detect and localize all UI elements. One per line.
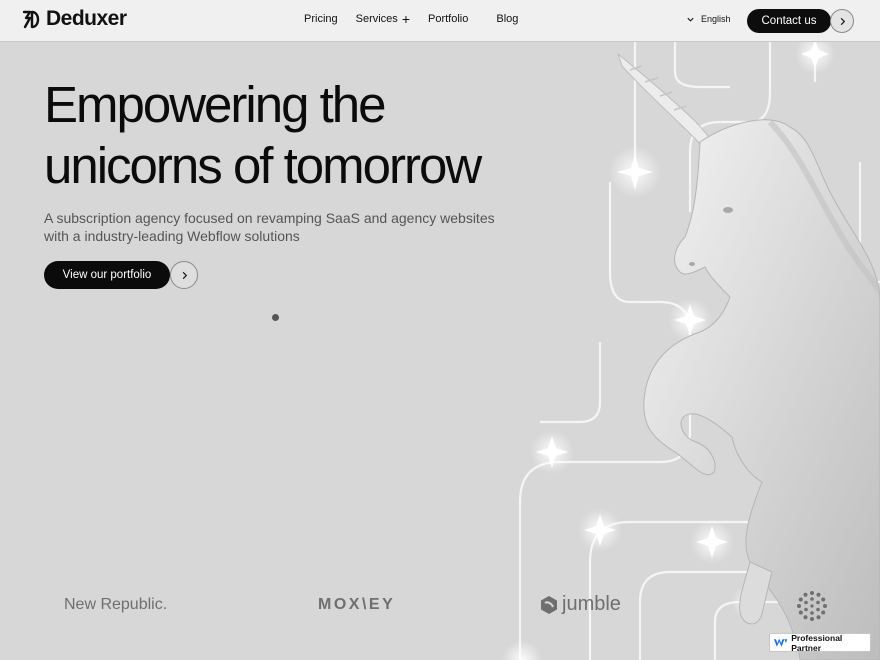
client-logo-new-republic: New Republic. [64, 596, 168, 613]
hero-subtitle-line-2: with a industry-leading Webflow solution… [44, 228, 300, 244]
language-label: English [701, 14, 731, 24]
contact-button[interactable]: Contact us [747, 9, 831, 33]
brand-name: Deduxer [46, 7, 127, 30]
contact-arrow-button[interactable] [830, 9, 854, 33]
client-logo-jumble: jumble [539, 593, 621, 616]
chevron-right-icon [182, 271, 187, 279]
webflow-partner-badge[interactable]: Professional Partner [769, 632, 871, 653]
nav-link-services-label: Services [355, 13, 398, 25]
client-logo-circle [796, 590, 828, 622]
nav-links: Pricing Services + Portfolio Blog [304, 11, 536, 27]
jumble-wordmark: jumble [562, 593, 621, 615]
top-nav: Deduxer Pricing Services + Portfolio Blo… [0, 0, 880, 42]
plus-icon: + [401, 11, 410, 27]
page: Deduxer Pricing Services + Portfolio Blo… [0, 0, 880, 660]
badge-label: Professional Partner [791, 632, 843, 653]
brand-mark-icon [22, 10, 40, 29]
chevron-down-icon [687, 17, 694, 22]
chevron-right-icon [840, 17, 845, 25]
hero-title: Empowering the unicorns of tomorrow [44, 74, 564, 196]
hero-title-line-1: Empowering the [44, 76, 387, 133]
hero-subtitle: A subscription agency focused on revampi… [44, 209, 524, 245]
nav-link-services[interactable]: Services + [355, 11, 410, 27]
language-selector[interactable]: English [686, 14, 731, 24]
hero-subtitle-line-1: A subscription agency focused on revampi… [44, 210, 495, 226]
nav-link-blog[interactable]: Blog [496, 13, 518, 25]
nav-link-pricing[interactable]: Pricing [304, 13, 338, 25]
brand-logo[interactable]: Deduxer [22, 7, 127, 31]
webflow-w-icon [774, 638, 788, 647]
hero-title-line-2: unicorns of tomorrow [44, 137, 482, 194]
view-portfolio-button[interactable]: View our portfolio [44, 261, 170, 289]
nav-link-portfolio[interactable]: Portfolio [428, 13, 468, 25]
dotted-circle-logo-icon [797, 591, 827, 621]
jumble-mark-icon [541, 595, 557, 614]
carousel-dot[interactable] [272, 314, 279, 321]
portfolio-arrow-button[interactable] [170, 261, 198, 289]
client-logo-moxey: MOX\EY [318, 596, 396, 613]
